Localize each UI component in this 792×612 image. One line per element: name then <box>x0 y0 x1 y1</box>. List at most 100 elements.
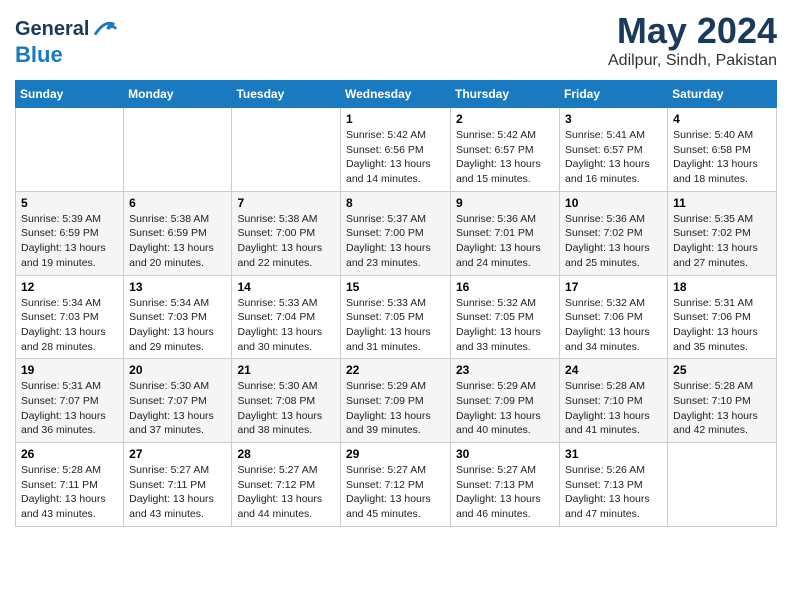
day-info: Sunrise: 5:33 AMSunset: 7:04 PMDaylight:… <box>237 296 335 355</box>
day-info: Sunrise: 5:31 AMSunset: 7:07 PMDaylight:… <box>21 379 118 438</box>
day-info: Sunrise: 5:39 AMSunset: 6:59 PMDaylight:… <box>21 212 118 271</box>
calendar-cell <box>232 108 341 192</box>
calendar-cell: 30 Sunrise: 5:27 AMSunset: 7:13 PMDaylig… <box>451 443 560 527</box>
day-number: 23 <box>456 363 554 377</box>
col-sunday: Sunday <box>16 81 124 108</box>
day-info: Sunrise: 5:38 AMSunset: 6:59 PMDaylight:… <box>129 212 226 271</box>
header: General Blue May 2024 Adilpur, Sindh, Pa… <box>15 10 777 70</box>
calendar-cell <box>16 108 124 192</box>
col-monday: Monday <box>124 81 232 108</box>
calendar-cell: 11 Sunrise: 5:35 AMSunset: 7:02 PMDaylig… <box>668 191 777 275</box>
day-info: Sunrise: 5:28 AMSunset: 7:11 PMDaylight:… <box>21 463 118 522</box>
logo-text: General <box>15 18 89 40</box>
day-info: Sunrise: 5:27 AMSunset: 7:13 PMDaylight:… <box>456 463 554 522</box>
calendar-week-row: 1 Sunrise: 5:42 AMSunset: 6:56 PMDayligh… <box>16 108 777 192</box>
calendar-cell: 6 Sunrise: 5:38 AMSunset: 6:59 PMDayligh… <box>124 191 232 275</box>
calendar-cell: 18 Sunrise: 5:31 AMSunset: 7:06 PMDaylig… <box>668 275 777 359</box>
day-number: 29 <box>346 447 445 461</box>
calendar-cell: 19 Sunrise: 5:31 AMSunset: 7:07 PMDaylig… <box>16 359 124 443</box>
day-info: Sunrise: 5:28 AMSunset: 7:10 PMDaylight:… <box>673 379 771 438</box>
day-info: Sunrise: 5:34 AMSunset: 7:03 PMDaylight:… <box>129 296 226 355</box>
day-number: 14 <box>237 280 335 294</box>
day-number: 27 <box>129 447 226 461</box>
calendar-week-row: 19 Sunrise: 5:31 AMSunset: 7:07 PMDaylig… <box>16 359 777 443</box>
calendar-cell <box>124 108 232 192</box>
calendar-cell: 5 Sunrise: 5:39 AMSunset: 6:59 PMDayligh… <box>16 191 124 275</box>
day-number: 1 <box>346 112 445 126</box>
col-wednesday: Wednesday <box>341 81 451 108</box>
day-info: Sunrise: 5:36 AMSunset: 7:02 PMDaylight:… <box>565 212 662 271</box>
day-info: Sunrise: 5:40 AMSunset: 6:58 PMDaylight:… <box>673 128 771 187</box>
day-info: Sunrise: 5:35 AMSunset: 7:02 PMDaylight:… <box>673 212 771 271</box>
day-number: 5 <box>21 196 118 210</box>
day-info: Sunrise: 5:28 AMSunset: 7:10 PMDaylight:… <box>565 379 662 438</box>
day-info: Sunrise: 5:26 AMSunset: 7:13 PMDaylight:… <box>565 463 662 522</box>
day-info: Sunrise: 5:36 AMSunset: 7:01 PMDaylight:… <box>456 212 554 271</box>
day-info: Sunrise: 5:27 AMSunset: 7:12 PMDaylight:… <box>237 463 335 522</box>
day-info: Sunrise: 5:27 AMSunset: 7:12 PMDaylight:… <box>346 463 445 522</box>
calendar-cell: 31 Sunrise: 5:26 AMSunset: 7:13 PMDaylig… <box>560 443 668 527</box>
day-info: Sunrise: 5:34 AMSunset: 7:03 PMDaylight:… <box>21 296 118 355</box>
calendar-cell: 4 Sunrise: 5:40 AMSunset: 6:58 PMDayligh… <box>668 108 777 192</box>
day-info: Sunrise: 5:29 AMSunset: 7:09 PMDaylight:… <box>346 379 445 438</box>
calendar-cell: 14 Sunrise: 5:33 AMSunset: 7:04 PMDaylig… <box>232 275 341 359</box>
day-info: Sunrise: 5:29 AMSunset: 7:09 PMDaylight:… <box>456 379 554 438</box>
day-info: Sunrise: 5:37 AMSunset: 7:00 PMDaylight:… <box>346 212 445 271</box>
calendar-cell: 17 Sunrise: 5:32 AMSunset: 7:06 PMDaylig… <box>560 275 668 359</box>
day-number: 4 <box>673 112 771 126</box>
day-info: Sunrise: 5:41 AMSunset: 6:57 PMDaylight:… <box>565 128 662 187</box>
calendar-cell: 12 Sunrise: 5:34 AMSunset: 7:03 PMDaylig… <box>16 275 124 359</box>
logo-icon <box>91 15 119 43</box>
day-number: 17 <box>565 280 662 294</box>
calendar-cell: 24 Sunrise: 5:28 AMSunset: 7:10 PMDaylig… <box>560 359 668 443</box>
calendar-cell: 28 Sunrise: 5:27 AMSunset: 7:12 PMDaylig… <box>232 443 341 527</box>
calendar-cell: 10 Sunrise: 5:36 AMSunset: 7:02 PMDaylig… <box>560 191 668 275</box>
logo-blue-text: Blue <box>15 42 63 67</box>
day-number: 7 <box>237 196 335 210</box>
calendar-cell: 8 Sunrise: 5:37 AMSunset: 7:00 PMDayligh… <box>341 191 451 275</box>
day-info: Sunrise: 5:27 AMSunset: 7:11 PMDaylight:… <box>129 463 226 522</box>
location-title: Adilpur, Sindh, Pakistan <box>608 52 777 70</box>
calendar-week-row: 12 Sunrise: 5:34 AMSunset: 7:03 PMDaylig… <box>16 275 777 359</box>
day-number: 20 <box>129 363 226 377</box>
calendar-cell: 20 Sunrise: 5:30 AMSunset: 7:07 PMDaylig… <box>124 359 232 443</box>
day-number: 6 <box>129 196 226 210</box>
day-number: 19 <box>21 363 118 377</box>
day-number: 11 <box>673 196 771 210</box>
day-number: 18 <box>673 280 771 294</box>
day-number: 28 <box>237 447 335 461</box>
day-number: 26 <box>21 447 118 461</box>
calendar-cell: 21 Sunrise: 5:30 AMSunset: 7:08 PMDaylig… <box>232 359 341 443</box>
col-thursday: Thursday <box>451 81 560 108</box>
calendar-cell: 15 Sunrise: 5:33 AMSunset: 7:05 PMDaylig… <box>341 275 451 359</box>
col-friday: Friday <box>560 81 668 108</box>
calendar-week-row: 26 Sunrise: 5:28 AMSunset: 7:11 PMDaylig… <box>16 443 777 527</box>
day-number: 9 <box>456 196 554 210</box>
day-number: 15 <box>346 280 445 294</box>
day-number: 31 <box>565 447 662 461</box>
day-info: Sunrise: 5:32 AMSunset: 7:06 PMDaylight:… <box>565 296 662 355</box>
day-info: Sunrise: 5:38 AMSunset: 7:00 PMDaylight:… <box>237 212 335 271</box>
day-number: 21 <box>237 363 335 377</box>
calendar-header-row: Sunday Monday Tuesday Wednesday Thursday… <box>16 81 777 108</box>
day-number: 30 <box>456 447 554 461</box>
calendar-cell: 16 Sunrise: 5:32 AMSunset: 7:05 PMDaylig… <box>451 275 560 359</box>
calendar-cell: 25 Sunrise: 5:28 AMSunset: 7:10 PMDaylig… <box>668 359 777 443</box>
day-number: 13 <box>129 280 226 294</box>
title-area: May 2024 Adilpur, Sindh, Pakistan <box>608 10 777 70</box>
col-tuesday: Tuesday <box>232 81 341 108</box>
day-info: Sunrise: 5:30 AMSunset: 7:07 PMDaylight:… <box>129 379 226 438</box>
calendar: Sunday Monday Tuesday Wednesday Thursday… <box>15 80 777 527</box>
calendar-cell: 23 Sunrise: 5:29 AMSunset: 7:09 PMDaylig… <box>451 359 560 443</box>
calendar-cell: 13 Sunrise: 5:34 AMSunset: 7:03 PMDaylig… <box>124 275 232 359</box>
day-number: 12 <box>21 280 118 294</box>
logo: General Blue <box>15 15 119 67</box>
day-number: 3 <box>565 112 662 126</box>
day-number: 2 <box>456 112 554 126</box>
calendar-cell: 22 Sunrise: 5:29 AMSunset: 7:09 PMDaylig… <box>341 359 451 443</box>
day-info: Sunrise: 5:42 AMSunset: 6:56 PMDaylight:… <box>346 128 445 187</box>
calendar-week-row: 5 Sunrise: 5:39 AMSunset: 6:59 PMDayligh… <box>16 191 777 275</box>
day-number: 16 <box>456 280 554 294</box>
day-number: 24 <box>565 363 662 377</box>
day-info: Sunrise: 5:30 AMSunset: 7:08 PMDaylight:… <box>237 379 335 438</box>
